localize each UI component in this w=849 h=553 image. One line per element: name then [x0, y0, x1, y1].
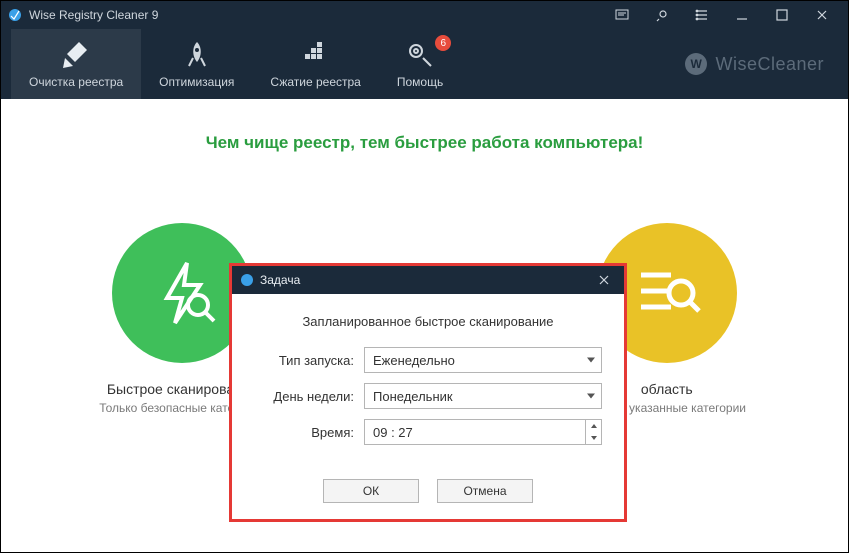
ok-button-label: ОК [363, 484, 379, 498]
content: Чем чище реестр, тем быстрее работа комп… [1, 99, 848, 552]
tab-label: Помощь [397, 75, 443, 89]
defrag-icon [301, 39, 331, 71]
settings-icon[interactable] [642, 1, 682, 29]
app-title: Wise Registry Cleaner 9 [29, 8, 602, 22]
brand: W WiseCleaner [685, 29, 838, 99]
time-input[interactable]: 09 : 27 [364, 419, 602, 445]
task-dialog: Задача Запланированное быстрое сканирова… [232, 266, 624, 519]
app-window: Wise Registry Cleaner 9 Очистка реестра … [0, 0, 849, 553]
dialog-heading: Запланированное быстрое сканирование [254, 314, 602, 329]
chevron-down-icon [587, 394, 595, 399]
task-dialog-highlight: Задача Запланированное быстрое сканирова… [229, 263, 627, 522]
close-button[interactable] [802, 1, 842, 29]
tab-label: Сжатие реестра [270, 75, 360, 89]
tab-optimize[interactable]: Оптимизация [141, 29, 252, 99]
tab-defrag-registry[interactable]: Сжатие реестра [252, 29, 378, 99]
dialog-icon [240, 273, 254, 287]
rocket-icon [182, 39, 212, 71]
row-day: День недели: Понедельник [254, 383, 602, 409]
select-day[interactable]: Понедельник [364, 383, 602, 409]
row-time: Время: 09 : 27 [254, 419, 602, 445]
cancel-button-label: Отмена [463, 484, 506, 498]
minimize-button[interactable] [722, 1, 762, 29]
brand-logo-icon: W [685, 53, 707, 75]
dialog-buttons: ОК Отмена [254, 479, 602, 503]
chevron-down-icon [587, 358, 595, 363]
tab-help[interactable]: 6 Помощь [379, 29, 461, 99]
select-day-value: Понедельник [373, 389, 453, 404]
label-day: День недели: [254, 389, 364, 404]
row-launch-type: Тип запуска: Еженедельно [254, 347, 602, 373]
headline: Чем чище реестр, тем быстрее работа комп… [1, 133, 848, 153]
titlebar: Wise Registry Cleaner 9 [1, 1, 848, 29]
dialog-body: Запланированное быстрое сканирование Тип… [232, 294, 624, 519]
spinner-up-icon[interactable] [586, 420, 601, 432]
select-launch-type[interactable]: Еженедельно [364, 347, 602, 373]
dialog-titlebar: Задача [232, 266, 624, 294]
brand-label: WiseCleaner [715, 54, 824, 75]
time-spinner[interactable] [585, 420, 601, 444]
broom-icon [59, 39, 93, 71]
gear-wrench-icon [405, 39, 435, 71]
main-toolbar: Очистка реестра Оптимизация Сжатие реест… [1, 29, 848, 99]
select-launch-type-value: Еженедельно [373, 353, 455, 368]
ok-button[interactable]: ОК [323, 479, 419, 503]
label-launch-type: Тип запуска: [254, 353, 364, 368]
help-badge: 6 [435, 35, 451, 51]
tab-label: Очистка реестра [29, 75, 123, 89]
dialog-close-button[interactable] [592, 268, 616, 292]
time-value: 09 : 27 [373, 425, 413, 440]
app-icon [7, 7, 23, 23]
tab-label: Оптимизация [159, 75, 234, 89]
tab-clean-registry[interactable]: Очистка реестра [11, 29, 141, 99]
label-time: Время: [254, 425, 364, 440]
menu-icon[interactable] [682, 1, 722, 29]
dialog-title: Задача [260, 273, 300, 287]
spinner-down-icon[interactable] [586, 432, 601, 444]
maximize-button[interactable] [762, 1, 802, 29]
custom-scan-title: область [641, 381, 693, 397]
feedback-icon[interactable] [602, 1, 642, 29]
cancel-button[interactable]: Отмена [437, 479, 533, 503]
